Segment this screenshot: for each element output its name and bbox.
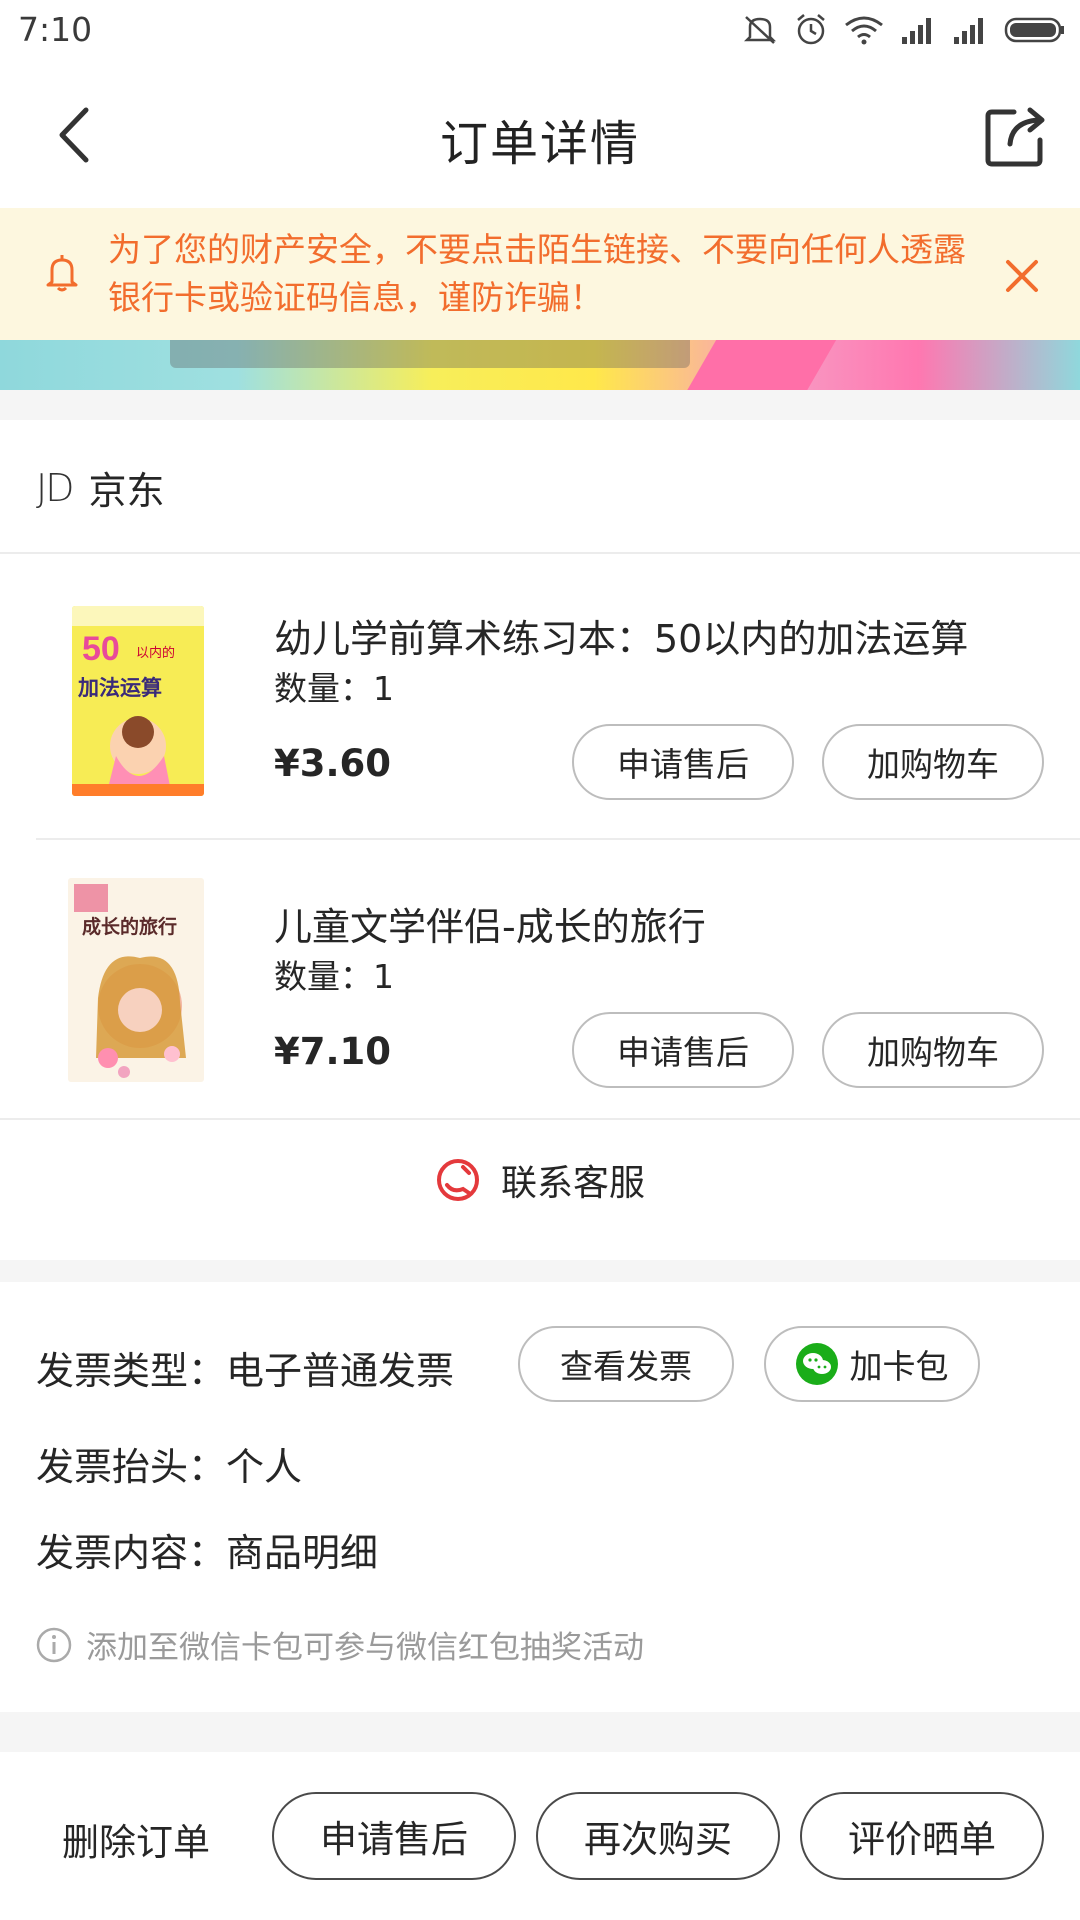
review-order-button[interactable]: 评价晒单 [800,1792,1044,1880]
wifi-icon [845,16,883,45]
add-to-card-wallet-label: 加卡包 [849,1347,949,1386]
share-icon[interactable] [980,98,1052,170]
product-item[interactable]: 成长的旅行 儿童文学伴侣-成长的旅行 数量：1 ¥7.10 申请售后 加购物车 [0,844,1080,1124]
product-thumbnail[interactable]: 成长的旅行 [68,878,204,1082]
bottom-action-bar: 删除订单 申请售后 再次购买 评价晒单 [0,1752,1080,1920]
product-title[interactable]: 儿童文学伴侣-成长的旅行 [274,896,706,951]
signal-icon [954,18,983,44]
order-items-card: JD 京东 50 以内的 加法运算 幼儿学前算术练习本：50以内的加法运算 数量… [0,420,1080,1260]
divider [36,838,1080,840]
invoice-title: 发票抬头：个人 [36,1445,303,1489]
battery-icon [1004,17,1064,43]
jd-logo: JD [36,465,74,510]
status-icons [742,10,1066,50]
wechat-icon [795,1343,838,1385]
customer-service-icon [436,1159,479,1201]
add-to-card-wallet-button[interactable]: 加卡包 [764,1326,980,1402]
product-title[interactable]: 幼儿学前算术练习本：50以内的加法运算 [274,608,968,663]
shop-header[interactable]: JD 京东 [36,460,164,515]
after-sale-button[interactable]: 申请售后 [572,1012,794,1088]
product-quantity: 数量：1 [274,669,394,708]
status-bar: 7:10 [0,0,1080,60]
shop-name: 京东 [88,469,165,513]
product-item[interactable]: 50 以内的 加法运算 幼儿学前算术练习本：50以内的加法运算 数量：1 ¥3.… [0,562,1080,842]
buy-again-button[interactable]: 再次购买 [536,1792,780,1880]
notice-text: 为了您的财产安全，不要点击陌生链接、不要向任何人透露银行卡或验证码信息，谨防诈骗… [108,230,966,317]
delete-order-button[interactable]: 删除订单 [62,1812,210,1866]
invoice-note: 添加至微信卡包可参与微信红包抽奖活动 [36,1622,644,1667]
security-notice: 为了您的财产安全，不要点击陌生链接、不要向任何人透露银行卡或验证码信息，谨防诈骗… [0,208,1080,340]
status-time: 7:10 [18,10,93,49]
close-icon[interactable] [1004,258,1040,294]
invoice-content: 发票内容：商品明细 [36,1531,379,1575]
add-to-cart-button[interactable]: 加购物车 [822,1012,1044,1088]
page-title: 订单详情 [439,116,640,172]
invoice-note-text: 添加至微信卡包可参与微信红包抽奖活动 [86,1630,644,1666]
contact-service-label: 联系客服 [500,1163,645,1204]
apply-after-sale-button[interactable]: 申请售后 [272,1792,516,1880]
product-price: ¥7.10 [274,1030,392,1073]
add-to-cart-button[interactable]: 加购物车 [822,724,1044,800]
info-icon [36,1627,72,1662]
bell-icon [46,255,78,292]
cover-title: 加法运算 [78,677,162,700]
view-invoice-button[interactable]: 查看发票 [518,1326,734,1402]
cover-title: 成长的旅行 [82,917,178,938]
cover-number: 50 [82,630,120,668]
product-quantity: 数量：1 [274,957,394,996]
after-sale-button[interactable]: 申请售后 [572,724,794,800]
mute-icon [743,16,777,44]
product-thumbnail[interactable]: 50 以内的 加法运算 [72,606,204,796]
cover-subtext: 以内的 [136,645,176,660]
divider [0,552,1080,554]
product-price: ¥3.60 [274,742,392,785]
signal-icon [902,18,931,44]
contact-service-button[interactable]: 联系客服 [0,1120,1080,1240]
alarm-icon [797,14,825,45]
invoice-type: 发票类型：电子普通发票 [36,1349,455,1393]
nav-bar: 订单详情 [0,60,1080,208]
invoice-card: 发票类型：电子普通发票 查看发票 加卡包 发票抬头：个人 发票内容：商品明细 添… [0,1282,1080,1712]
